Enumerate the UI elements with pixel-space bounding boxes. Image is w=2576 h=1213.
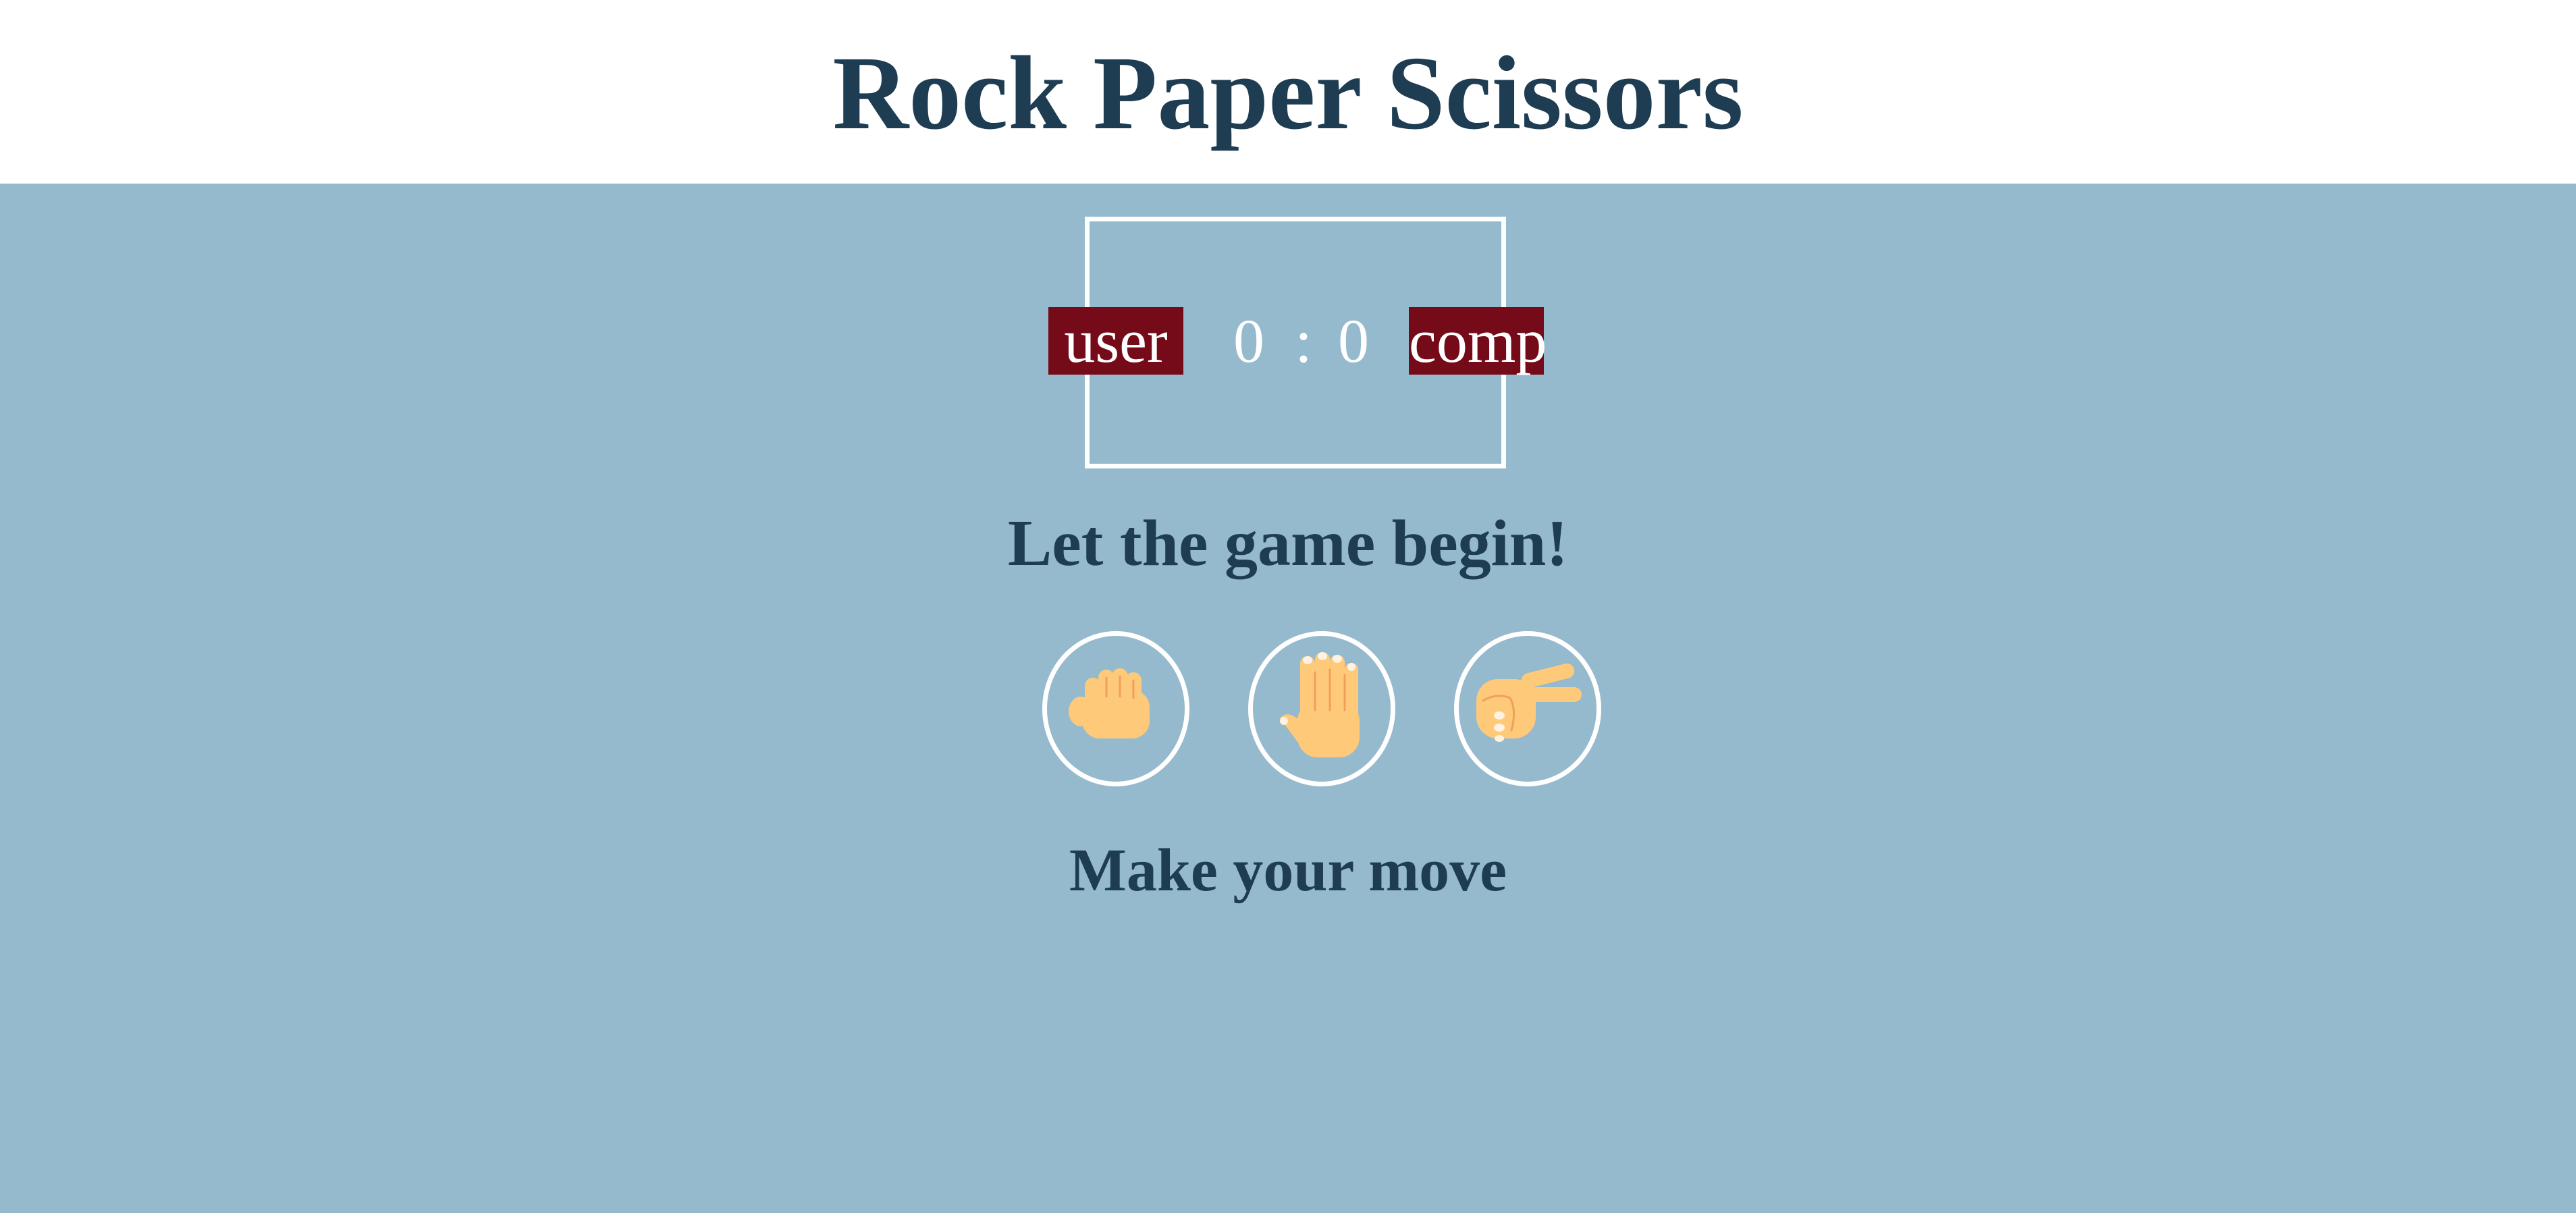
- header-bar: Rock Paper Scissors: [0, 0, 2576, 184]
- scissors-button[interactable]: [1454, 631, 1601, 786]
- user-label-badge: user: [1048, 307, 1183, 375]
- result-message: Let the game begin!: [1007, 507, 1569, 580]
- user-score: 0: [1233, 306, 1264, 375]
- page-title: Rock Paper Scissors: [832, 34, 1744, 151]
- scissors-hand-icon: [1476, 663, 1582, 742]
- rock-hand-icon: [1069, 668, 1150, 738]
- score-separator: :: [1295, 306, 1312, 375]
- comp-score: 0: [1338, 306, 1369, 375]
- paper-button[interactable]: [1248, 631, 1395, 786]
- rock-button[interactable]: [1042, 631, 1189, 786]
- comp-label-badge: comp: [1409, 306, 1547, 375]
- action-message: Make your move: [1069, 837, 1507, 904]
- paper-hand-icon: [1280, 652, 1360, 757]
